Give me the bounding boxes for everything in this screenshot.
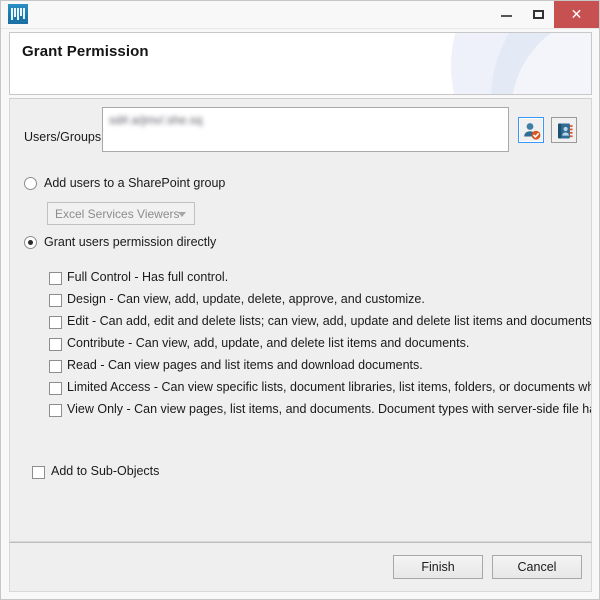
checkbox-add-to-sub-objects[interactable] (32, 466, 45, 479)
checkbox-limited-access[interactable] (49, 382, 62, 395)
content-panel: Users/Groups: sd#.a/jmv/.she.sq Add user… (9, 98, 592, 542)
radio-button-group[interactable] (24, 177, 37, 190)
permission-row-view-only[interactable]: View Only - Can view pages, list items, … (49, 401, 592, 423)
dialog-window: ✕ Grant Permission Users/Groups: sd#.a/j… (0, 0, 600, 600)
finish-button[interactable]: Finish (393, 555, 483, 579)
add-to-sub-objects-label: Add to Sub-Objects (51, 464, 160, 478)
address-book-icon (558, 123, 573, 139)
title-bar: ✕ (1, 1, 599, 29)
checkbox-full-control[interactable] (49, 272, 62, 285)
maximize-icon (533, 10, 544, 19)
sharepoint-group-value: Excel Services Viewers (55, 207, 180, 221)
checkbox-read[interactable] (49, 360, 62, 373)
radio-group-label: Add users to a SharePoint group (44, 176, 226, 190)
checkbox-design[interactable] (49, 294, 62, 307)
radio-direct-label: Grant users permission directly (44, 235, 217, 249)
chevron-down-icon (178, 212, 186, 217)
permissions-list: Full Control - Has full control. Design … (49, 269, 592, 423)
maximize-button[interactable] (522, 1, 554, 28)
users-groups-value: sd#.a/jmv/.she.sq (109, 113, 203, 127)
permission-row-contribute[interactable]: Contribute - Can view, add, update, and … (49, 335, 591, 357)
permission-label: Read - Can view pages and list items and… (67, 358, 423, 372)
app-icon (8, 4, 28, 24)
permission-label: Design - Can view, add, update, delete, … (67, 292, 425, 306)
permission-row-full-control[interactable]: Full Control - Has full control. (49, 269, 591, 291)
check-names-icon (524, 123, 541, 140)
cancel-button[interactable]: Cancel (492, 555, 582, 579)
permission-row-limited-access[interactable]: Limited Access - Can view specific lists… (49, 379, 592, 401)
page-title: Grant Permission (22, 43, 149, 60)
permission-label: Limited Access - Can view specific lists… (67, 380, 592, 394)
minimize-button[interactable] (490, 1, 522, 28)
users-groups-label: Users/Groups: (24, 130, 105, 144)
permission-label: Contribute - Can view, add, update, and … (67, 336, 470, 350)
checkbox-edit[interactable] (49, 316, 62, 329)
sharepoint-group-select[interactable]: Excel Services Viewers (47, 202, 195, 225)
permission-label: View Only - Can view pages, list items, … (67, 402, 592, 416)
permission-row-edit[interactable]: Edit - Can add, edit and delete lists; c… (49, 313, 592, 335)
permission-label: Edit - Can add, edit and delete lists; c… (67, 314, 592, 328)
check-names-button[interactable] (518, 117, 544, 143)
radio-button-direct[interactable] (24, 236, 37, 249)
close-button[interactable]: ✕ (554, 1, 599, 28)
users-groups-input[interactable]: sd#.a/jmv/.she.sq (102, 107, 509, 152)
button-bar: Finish Cancel (9, 542, 592, 592)
checkbox-view-only[interactable] (49, 404, 62, 417)
browse-users-button[interactable] (551, 117, 577, 143)
permission-row-design[interactable]: Design - Can view, add, update, delete, … (49, 291, 591, 313)
header-banner: Grant Permission (9, 32, 592, 95)
checkbox-contribute[interactable] (49, 338, 62, 351)
permission-label: Full Control - Has full control. (67, 270, 229, 284)
permission-row-read[interactable]: Read - Can view pages and list items and… (49, 357, 591, 379)
close-icon: ✕ (570, 6, 583, 22)
minimize-icon (501, 15, 512, 17)
